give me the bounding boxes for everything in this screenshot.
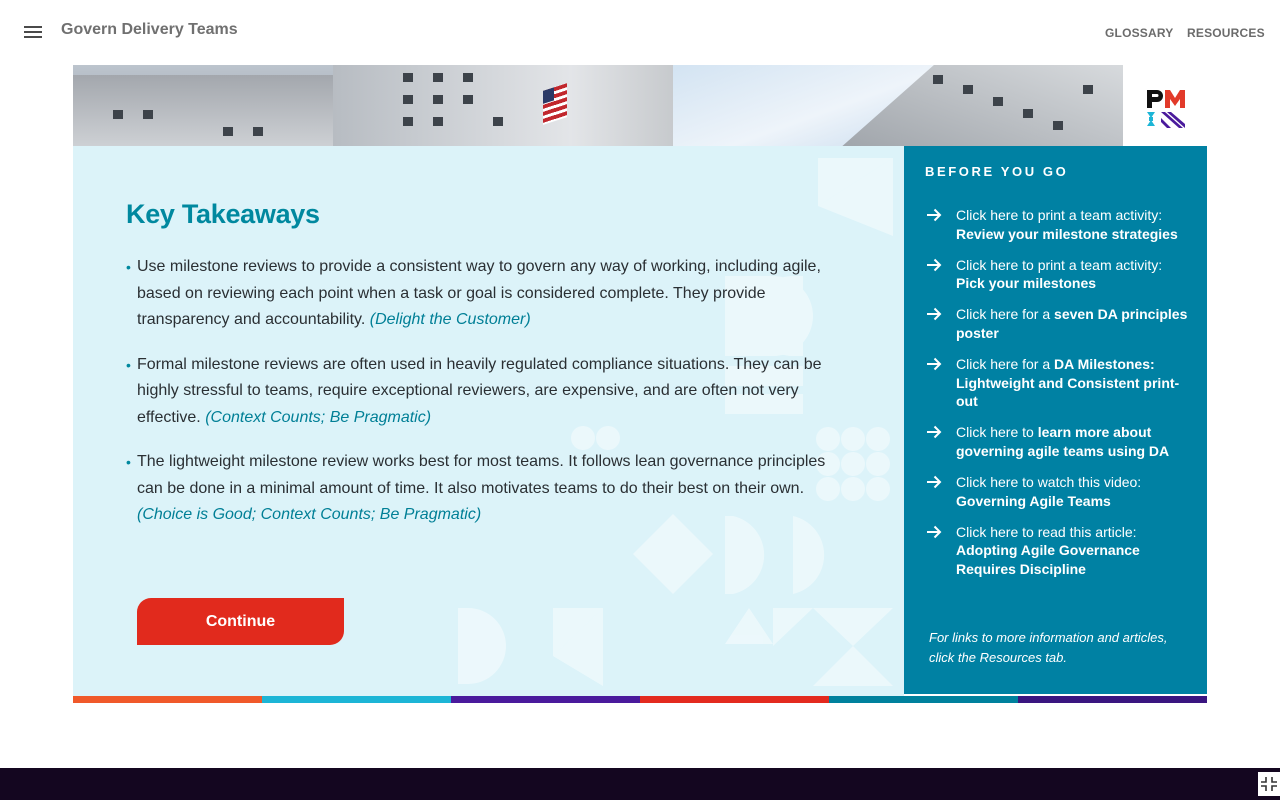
resource-link[interactable]: Click here to print a team activity: Rev… — [924, 206, 1194, 243]
resource-link[interactable]: Click here to read this article: Adoptin… — [924, 523, 1194, 579]
hero-window — [993, 97, 1003, 106]
arrow-right-icon — [927, 208, 942, 222]
sidebar-title: BEFORE YOU GO — [925, 164, 1069, 179]
hamburger-menu-icon[interactable] — [24, 26, 42, 40]
arrow-right-icon — [927, 308, 942, 321]
hero-window — [1083, 85, 1093, 94]
hero-window — [433, 73, 443, 82]
color-segment — [829, 696, 1018, 703]
arrow-right-icon — [927, 357, 942, 371]
top-bar: Govern Delivery Teams GLOSSARY RESOURCES — [0, 0, 1280, 64]
arrow-right-icon — [927, 475, 942, 489]
resource-link[interactable]: Click here to print a team activity: Pic… — [924, 256, 1194, 293]
list-item: Use milestone reviews to provide a consi… — [126, 254, 838, 334]
resource-link[interactable]: Click here to watch this video: Governin… — [924, 473, 1194, 510]
continue-button[interactable]: Continue — [137, 598, 344, 645]
list-item: The lightweight milestone review works b… — [126, 449, 838, 529]
principle-reference: (Choice is Good; Context Counts; Be Prag… — [137, 506, 482, 523]
link-prefix: Click here to — [956, 424, 1038, 441]
list-item: Formal milestone reviews are often used … — [126, 352, 838, 432]
hero-window — [403, 117, 413, 126]
takeaway-text: The lightweight milestone review works b… — [137, 453, 826, 497]
hero-window — [1053, 121, 1063, 130]
resource-links-list: Click here to print a team activity: Rev… — [924, 206, 1194, 591]
decorative-color-bar — [73, 696, 1207, 703]
hero-window — [223, 127, 233, 136]
link-prefix: Click here for a — [956, 306, 1055, 323]
footer-bar — [0, 768, 1280, 800]
hero-window — [113, 110, 123, 119]
pmi-logo — [1147, 90, 1185, 128]
hero-window — [403, 73, 413, 82]
app-title: Govern Delivery Teams — [61, 21, 238, 38]
hero-building-center — [333, 65, 673, 146]
hero-window — [493, 117, 503, 126]
exit-fullscreen-icon[interactable] — [1258, 772, 1280, 796]
hero-window — [463, 95, 473, 104]
link-prefix: Click here to watch this video: — [956, 474, 1142, 491]
main-content-panel: Key Takeaways Use milestone reviews to p… — [73, 146, 904, 696]
color-segment — [1018, 696, 1207, 703]
hero-window — [433, 95, 443, 104]
hero-window — [143, 110, 153, 119]
resource-link[interactable]: Click here for a seven DA principles pos… — [924, 305, 1194, 342]
color-segment — [640, 696, 829, 703]
hero-window — [403, 95, 413, 104]
nav-glossary-link[interactable]: GLOSSARY — [1105, 26, 1174, 40]
resource-link[interactable]: Click here for a DA Milestones: Lightwei… — [924, 355, 1194, 411]
principle-reference: (Delight the Customer) — [369, 311, 531, 328]
arrow-right-icon — [927, 258, 942, 271]
hero-window — [1023, 109, 1033, 118]
link-title: Governing Agile Teams — [956, 492, 1111, 509]
hero-window — [463, 73, 473, 82]
link-prefix: Click here to print a team activity: — [956, 256, 1163, 273]
hero-window — [433, 117, 443, 126]
hero-image-buildings — [73, 65, 1123, 146]
nav-resources-link[interactable]: RESOURCES — [1187, 26, 1265, 40]
link-title: Adopting Agile Governance Requires Disci… — [956, 542, 1140, 577]
color-segment — [73, 696, 262, 703]
hero-window — [933, 75, 943, 84]
page-heading: Key Takeaways — [126, 199, 320, 229]
principle-reference: (Context Counts; Be Pragmatic) — [205, 408, 432, 426]
arrow-right-icon — [927, 525, 942, 538]
arrow-right-icon — [927, 426, 942, 439]
link-title: Review your milestone strategies — [956, 225, 1178, 242]
link-prefix: Click here to read this article: — [956, 523, 1137, 540]
link-title: Pick your milestones — [956, 275, 1097, 292]
hero-window — [253, 127, 263, 136]
color-segment — [451, 696, 640, 703]
sidebar-note: For links to more information and articl… — [929, 630, 1168, 665]
hero-window — [963, 85, 973, 94]
resource-link[interactable]: Click here to learn more about governing… — [924, 423, 1194, 460]
link-prefix: Click here to print a team activity: — [956, 207, 1163, 223]
key-takeaways-list: Use milestone reviews to provide a consi… — [126, 254, 838, 547]
color-segment — [262, 696, 451, 703]
link-prefix: Click here for a — [956, 356, 1055, 373]
before-you-go-panel: BEFORE YOU GO Click here to print a team… — [904, 146, 1207, 694]
